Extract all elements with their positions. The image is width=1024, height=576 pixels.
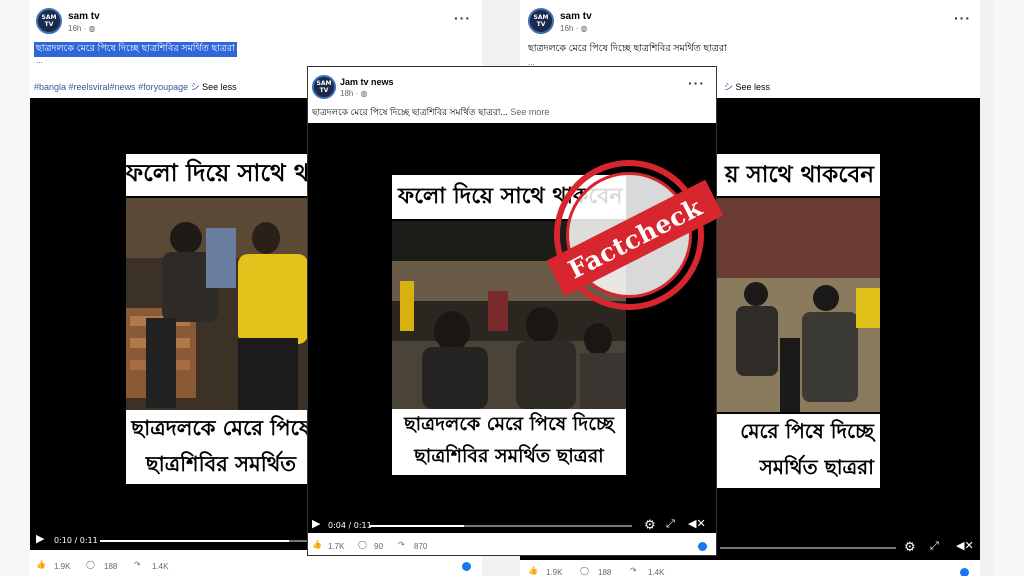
comments-count: 188 bbox=[598, 568, 612, 576]
share-icon[interactable]: ↷ bbox=[630, 566, 637, 575]
video-banner-bottom-2: ছাত্রশিবির সমর্থিত ছাত্ররা bbox=[392, 441, 626, 475]
comment-icon[interactable]: ◯ bbox=[358, 540, 367, 549]
like-icon[interactable]: 👍 bbox=[528, 566, 538, 575]
video-banner-top: য় সাথে থাকবেন bbox=[716, 154, 880, 196]
time-code: 0:10 / 0:11 bbox=[54, 536, 98, 545]
post-caption: ছাত্রদলকে মেরে পিষে দিচ্ছে ছাত্রশিবির সম… bbox=[312, 107, 550, 117]
progress-bar[interactable] bbox=[720, 547, 896, 549]
play-icon[interactable]: ▶ bbox=[36, 534, 44, 545]
post-time: 16h · ◍ bbox=[560, 24, 588, 33]
more-icon[interactable]: ··· bbox=[954, 10, 971, 26]
reaction-bar: 👍 1.7K ◯ 90 ↷ 870 bbox=[308, 533, 716, 555]
shares-count: 1.4K bbox=[648, 568, 665, 576]
play-icon[interactable]: ▶ bbox=[312, 519, 320, 530]
page-name[interactable]: Jam tv news bbox=[340, 77, 394, 87]
post-caption: ছাত্রদলকে মেরে পিষে দিচ্ছে ছাত্রশিবির সম… bbox=[34, 42, 237, 57]
post-time: 16h · ◍ bbox=[68, 24, 96, 33]
see-less-link[interactable]: See less bbox=[202, 82, 237, 92]
like-icon[interactable]: 👍 bbox=[36, 560, 46, 569]
likes-count: 1.9K bbox=[546, 568, 563, 576]
settings-icon[interactable]: ⚙ bbox=[644, 518, 656, 531]
comment-icon[interactable]: ◯ bbox=[580, 566, 589, 575]
progress-fill bbox=[370, 525, 465, 527]
volume-icon[interactable]: ◀✕ bbox=[688, 519, 706, 530]
more-icon[interactable]: ··· bbox=[454, 10, 471, 26]
post-time: 18h · ◍ bbox=[340, 89, 368, 98]
comments-count: 188 bbox=[104, 562, 118, 571]
video-banner-bottom-1: ছাত্রদলকে মেরে পিষে দিচ্ছে bbox=[392, 409, 626, 443]
see-more-link[interactable]: See more bbox=[510, 107, 549, 117]
likes-count: 1.7K bbox=[328, 542, 345, 551]
reaction-dot bbox=[698, 542, 707, 551]
post-header: SAM TV Jam tv news 18h · ◍ ··· ছাত্রদলকে… bbox=[308, 67, 716, 123]
fullscreen-icon[interactable]: ⤢ bbox=[666, 519, 675, 530]
video-banner-bottom-2: ছাত্রশিবির সমর্থিত bbox=[126, 446, 316, 484]
factcheck-stamp: Factcheck bbox=[546, 160, 724, 310]
reaction-bar: 👍 1.9K ◯ 188 ↷ 1.4K bbox=[520, 560, 980, 576]
video-banner-bottom-2: সমর্থিত ছাত্ররা bbox=[716, 450, 880, 488]
page-name[interactable]: sam tv bbox=[68, 11, 100, 22]
hashtags[interactable]: シ See less bbox=[724, 80, 770, 93]
hashtags[interactable]: #bangla #reelsviral#news #foryoupage シ S… bbox=[34, 80, 237, 93]
globe-icon: ◍ bbox=[88, 24, 96, 33]
progress-fill bbox=[100, 540, 290, 542]
likes-count: 1.9K bbox=[54, 562, 71, 571]
globe-icon: ◍ bbox=[580, 24, 588, 33]
video-frame bbox=[716, 198, 880, 412]
reaction-dot bbox=[960, 568, 969, 576]
comment-icon[interactable]: ◯ bbox=[86, 560, 95, 569]
page-name[interactable]: sam tv bbox=[560, 11, 592, 22]
video-frame bbox=[126, 198, 316, 410]
progress-bar[interactable] bbox=[100, 540, 308, 542]
see-less-link[interactable]: See less bbox=[736, 82, 771, 92]
avatar[interactable]: SAM TV bbox=[36, 8, 62, 34]
video-banner-bottom-1: ছাত্রদলকে মেরে পিষে bbox=[126, 410, 316, 448]
globe-icon: ◍ bbox=[360, 89, 368, 98]
share-icon[interactable]: ↷ bbox=[398, 540, 405, 549]
shares-count: 1.4K bbox=[152, 562, 169, 571]
time-code: 0:04 / 0:11 bbox=[328, 521, 372, 530]
volume-icon[interactable]: ◀✕ bbox=[956, 541, 974, 552]
post-center: SAM TV Jam tv news 18h · ◍ ··· ছাত্রদলকে… bbox=[307, 66, 717, 556]
share-icon[interactable]: ↷ bbox=[134, 560, 141, 569]
caption-dots: ... bbox=[36, 56, 43, 65]
video-banner-bottom-1: মেরে পিষে দিচ্ছে bbox=[716, 414, 880, 452]
post-caption: ছাত্রদলকে মেরে পিষে দিচ্ছে ছাত্রশিবির সম… bbox=[528, 43, 727, 54]
reaction-dot bbox=[462, 562, 471, 571]
progress-bar[interactable] bbox=[370, 525, 632, 527]
settings-icon[interactable]: ⚙ bbox=[904, 540, 916, 553]
left-margin bbox=[0, 0, 30, 576]
like-icon[interactable]: 👍 bbox=[312, 540, 322, 549]
fullscreen-icon[interactable]: ⤢ bbox=[930, 541, 939, 552]
video-banner-top: ফলো দিয়ে সাথে থা bbox=[126, 154, 316, 196]
avatar[interactable]: SAM TV bbox=[312, 75, 336, 99]
shares-count: 870 bbox=[414, 542, 428, 551]
right-margin bbox=[994, 0, 1024, 576]
avatar[interactable]: SAM TV bbox=[528, 8, 554, 34]
more-icon[interactable]: ··· bbox=[688, 75, 705, 91]
comments-count: 90 bbox=[374, 542, 383, 551]
collage: SAM TV sam tv 16h · ◍ ··· ছাত্রদলকে মেরে… bbox=[0, 0, 1024, 576]
